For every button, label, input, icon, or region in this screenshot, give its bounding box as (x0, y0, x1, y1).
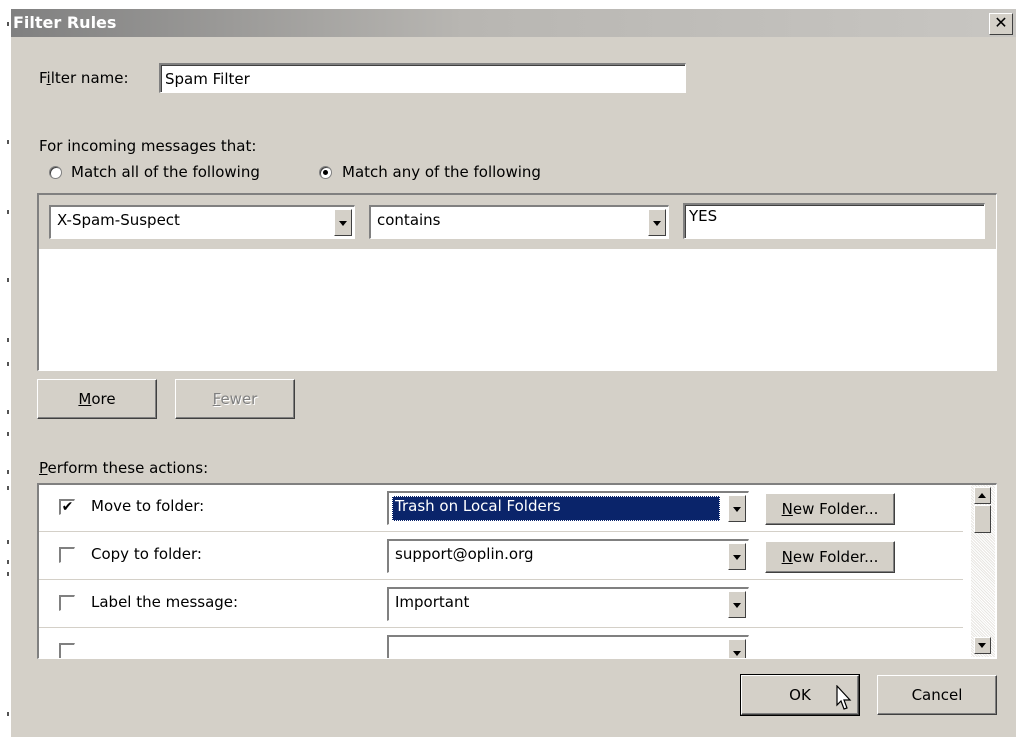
dialog-title: Filter Rules (13, 13, 117, 32)
scroll-down-arrow-icon[interactable] (974, 637, 991, 654)
move-new-folder-button[interactable]: New Folder... (765, 493, 895, 525)
action-row-label: Label the message: Important (39, 581, 963, 625)
match-any-radio[interactable] (319, 166, 332, 179)
close-button[interactable]: ✕ (989, 13, 1013, 35)
condition-value-text: YES (689, 207, 718, 225)
action-row-copy: Copy to folder: support@oplin.org New Fo… (39, 533, 963, 577)
row-divider (39, 579, 963, 580)
action-row-move: ✔ Move to folder: Trash on Local Folders… (39, 485, 963, 529)
close-icon: ✕ (994, 13, 1008, 32)
chevron-down-icon[interactable] (728, 639, 746, 658)
filter-name-label: Filter name: (39, 69, 129, 87)
match-all-label[interactable]: Match all of the following (71, 163, 260, 181)
label-message-label: Label the message: (91, 593, 239, 611)
match-all-radio[interactable] (49, 166, 62, 179)
chevron-down-icon[interactable] (728, 591, 746, 618)
copy-new-folder-button[interactable]: New Folder... (765, 541, 895, 573)
condition-header-value: X-Spam-Suspect (57, 211, 180, 229)
filter-name-value: Spam Filter (165, 70, 250, 88)
perform-actions-label: Perform these actions: (39, 459, 209, 477)
partial-row-select[interactable] (387, 635, 749, 658)
filter-name-input[interactable]: Spam Filter (159, 63, 686, 93)
partial-row-checkbox[interactable] (59, 643, 75, 658)
actions-scrollbar[interactable] (971, 485, 995, 657)
filter-rules-dialog: Filter Rules ✕ Filter name: Spam Filter … (10, 8, 1016, 737)
title-bar: Filter Rules ✕ (11, 9, 1016, 37)
actions-list[interactable]: ✔ Move to folder: Trash on Local Folders… (37, 483, 997, 659)
scroll-up-arrow-icon[interactable] (974, 487, 991, 504)
label-select[interactable]: Important (387, 587, 749, 621)
match-any-label[interactable]: Match any of the following (342, 163, 541, 181)
move-to-folder-label: Move to folder: (91, 497, 205, 515)
copy-to-folder-checkbox[interactable] (59, 547, 75, 563)
chevron-down-icon[interactable] (728, 543, 746, 570)
conditions-list[interactable]: X-Spam-Suspect contains YES (37, 193, 997, 371)
cancel-button[interactable]: Cancel (877, 675, 997, 715)
copy-to-folder-label: Copy to folder: (91, 545, 202, 563)
condition-operator-value: contains (377, 211, 441, 229)
background-strip (0, 0, 1016, 8)
move-to-folder-checkbox[interactable]: ✔ (59, 499, 75, 515)
row-divider (39, 531, 963, 532)
mouse-cursor-icon (836, 685, 852, 710)
copy-folder-value: support@oplin.org (395, 545, 534, 563)
move-folder-select[interactable]: Trash on Local Folders (387, 491, 749, 525)
chevron-down-icon[interactable] (728, 495, 746, 522)
scroll-thumb[interactable] (974, 505, 991, 533)
chevron-down-icon[interactable] (334, 209, 352, 236)
condition-operator-select[interactable]: contains (369, 205, 669, 239)
condition-value-input[interactable]: YES (683, 203, 985, 239)
condition-row: X-Spam-Suspect contains YES (39, 195, 996, 249)
chevron-down-icon[interactable] (648, 209, 666, 236)
condition-header-select[interactable]: X-Spam-Suspect (49, 205, 355, 239)
label-value: Important (395, 593, 470, 611)
more-button[interactable]: More (37, 379, 157, 419)
incoming-messages-label: For incoming messages that: (39, 137, 257, 155)
fewer-button[interactable]: Fewer (175, 379, 295, 419)
label-message-checkbox[interactable] (59, 595, 75, 611)
background-left-edge (0, 0, 10, 736)
action-row-partial (39, 629, 963, 658)
row-divider (39, 627, 963, 628)
move-folder-value: Trash on Local Folders (392, 496, 720, 521)
copy-folder-select[interactable]: support@oplin.org (387, 539, 749, 573)
checkmark-icon: ✔ (61, 499, 74, 515)
